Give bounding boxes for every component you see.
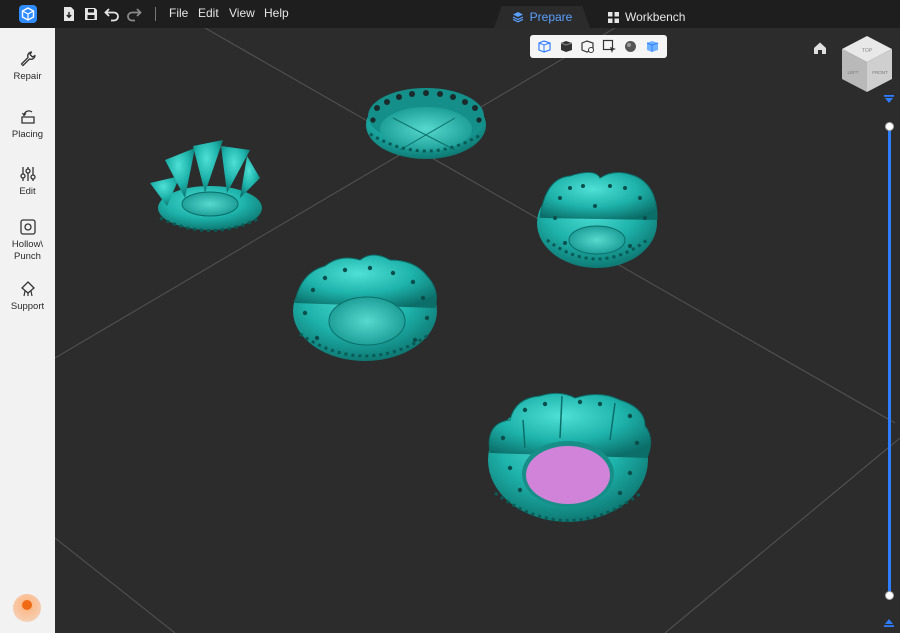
transparent-view-icon[interactable] (645, 39, 660, 54)
wrench-icon (20, 51, 36, 67)
sidebar-item-label: Placing (11, 129, 44, 140)
redo-icon[interactable] (126, 6, 142, 22)
model-petal-bowl-right[interactable] (537, 172, 658, 268)
slider-top-end-icon[interactable] (883, 94, 895, 106)
hollow-punch-icon (19, 219, 36, 235)
sidebar-item-edit[interactable]: Edit (0, 165, 55, 198)
sidebar-item-placing[interactable]: Placing (0, 108, 55, 141)
sidebar-item-label: Edit (19, 186, 36, 197)
3d-viewport[interactable]: TOP LEFT FRONT (55, 28, 900, 633)
model-perforated-dish[interactable] (366, 88, 486, 159)
left-sidebar: Repair Placing Edit Hollow\ Punch Suppor… (0, 28, 55, 633)
selected-base-face[interactable] (526, 446, 610, 504)
avatar[interactable] (13, 594, 41, 622)
placing-icon (20, 110, 35, 124)
top-bar: File Edit View Help Prepare Workbench (0, 0, 900, 28)
nav-cube-front[interactable]: FRONT (872, 70, 888, 75)
undo-icon[interactable] (104, 6, 120, 22)
solid-view-icon[interactable] (559, 39, 574, 54)
sidebar-item-label: Hollow\ Punch (11, 239, 44, 262)
sidebar-item-label: Support (10, 301, 45, 312)
layers-icon (512, 12, 523, 23)
menu-edit[interactable]: Edit (198, 6, 219, 20)
layer-slider-track[interactable] (888, 126, 891, 596)
home-view-icon[interactable] (812, 40, 828, 56)
sidebar-item-support[interactable]: Support (0, 280, 55, 313)
nav-cube-left[interactable]: LEFT (847, 70, 858, 75)
build-plate-scene (55, 28, 900, 633)
sliders-icon (19, 167, 36, 181)
view-mode-toolbar (530, 35, 667, 58)
tab-workbench-label: Workbench (625, 10, 686, 24)
app-logo-cube-icon (19, 5, 37, 23)
model-leaf-bowl[interactable] (150, 140, 262, 232)
select-view-icon[interactable] (602, 39, 617, 54)
model-flower-bowl-selected[interactable] (488, 392, 651, 522)
sphere-shading-icon[interactable] (623, 39, 638, 54)
menu-view[interactable]: View (229, 6, 255, 20)
save-icon[interactable] (83, 6, 99, 22)
layer-slider-bottom-handle[interactable] (885, 591, 894, 600)
tab-prepare[interactable]: Prepare (494, 6, 590, 28)
slider-bottom-end-icon[interactable] (883, 616, 895, 628)
grid-icon (608, 11, 619, 23)
tab-prepare-label: Prepare (529, 10, 573, 24)
sidebar-item-hollow-punch[interactable]: Hollow\ Punch (0, 218, 55, 263)
tab-workbench[interactable]: Workbench (608, 6, 685, 28)
import-icon[interactable] (61, 6, 77, 22)
support-icon (20, 281, 35, 297)
nav-cube-top[interactable]: TOP (862, 48, 873, 54)
wireframe-view-icon[interactable] (580, 39, 595, 54)
navigation-cube[interactable]: TOP LEFT FRONT (839, 34, 895, 96)
model-scalloped-bowl[interactable] (293, 254, 437, 361)
menu-file[interactable]: File (169, 6, 188, 20)
sidebar-item-repair[interactable]: Repair (0, 50, 55, 83)
box-view-icon[interactable] (537, 39, 552, 54)
layer-slider-top-handle[interactable] (885, 122, 894, 131)
toolbar-divider (155, 7, 156, 21)
menu-help[interactable]: Help (264, 6, 289, 20)
sidebar-item-label: Repair (13, 71, 42, 82)
